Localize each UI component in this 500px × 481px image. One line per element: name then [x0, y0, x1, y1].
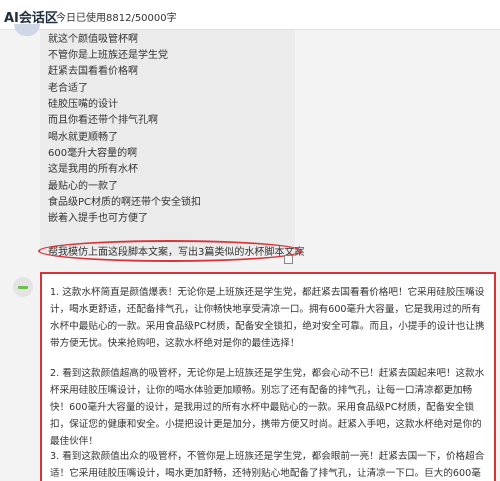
user-line: 而且你看还带个排气孔啊 [48, 115, 158, 126]
ai-avatar-mark [18, 286, 28, 289]
user-line: 硅胶压嘴的设计 [48, 99, 118, 110]
highlight-annotation [38, 240, 302, 262]
user-line: 最贴心的一款了 [48, 181, 118, 192]
user-line: 就这个颜值吸管杯啊 [48, 34, 138, 45]
user-line: 老合适了 [48, 83, 88, 94]
user-message-bubble: 就这个颜值吸管杯啊 不管你是上班族还是学生党 赶紧去国看看价格啊 老合适了 硅胶… [40, 30, 304, 258]
user-line: 赶紧去国看看价格啊 [48, 66, 138, 77]
user-line: 嵌着入提手也可方便了 [48, 213, 148, 224]
user-line: 不管你是上班族还是学生党 [48, 50, 168, 61]
ai-paragraph: 3. 看到这款颜值出众的吸管杯，不管你是上班族还是学生党，都会眼前一亮！赶紧去国… [50, 451, 485, 479]
user-line: 食品级PC材质的啊还带个安全锁扣 [48, 197, 202, 208]
ai-response-bubble: 1. 这款水杯简直是颜值爆表！无论你是上班族还是学生党，都赶紧去国看看价格吧！它… [40, 272, 496, 481]
ai-avatar-icon [13, 277, 33, 297]
copy-icon[interactable] [284, 255, 293, 264]
usage-counter: 今日已使用8812/50000字 [56, 13, 177, 24]
user-avatar-icon [14, 24, 40, 36]
ai-paragraph: 1. 这款水杯简直是颜值爆表！无论你是上班族还是学生党，都赶紧去国看看价格吧！它… [50, 287, 485, 349]
ai-paragraph: 2. 看到这款颜值超高的吸管杯，无论你是上班族还是学生党，都会心动不已！赶紧去国… [50, 368, 485, 447]
user-line: 喝水就更顺畅了 [48, 132, 118, 143]
user-line: 这是我用的所有水杯 [48, 164, 138, 175]
top-bar: AI会话区 今日已使用8812/50000字 [0, 0, 500, 30]
user-line: 600毫升大容量的啊 [48, 148, 138, 159]
